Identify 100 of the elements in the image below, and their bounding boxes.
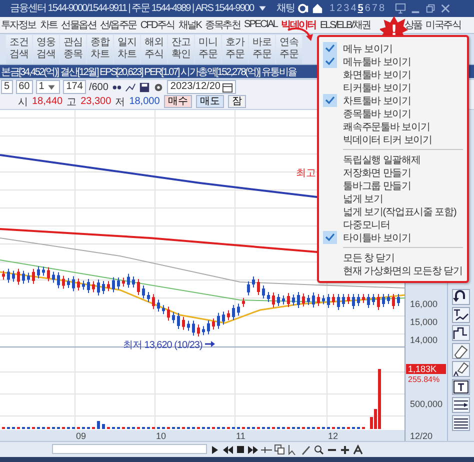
menu-item[interactable]: 미국주식 — [426, 18, 461, 32]
toolbar-button[interactable]: 일지 차트 — [114, 34, 140, 64]
menu-item[interactable]: 차트 — [40, 18, 58, 32]
text-box-icon[interactable] — [452, 378, 470, 395]
calendar-icon[interactable] — [222, 82, 234, 93]
menu-option[interactable]: 메뉴툴바 보이기 — [319, 55, 467, 68]
menu-option-label: 빅데이터 티커 보이기 — [343, 134, 432, 146]
interval-field[interactable]: 60 — [16, 80, 33, 94]
screen-tab[interactable]: 5 — [358, 2, 363, 14]
restore-icon[interactable] — [425, 2, 436, 14]
candle — [372, 293, 375, 306]
lock-button[interactable]: 잠 — [228, 95, 246, 108]
menu-item[interactable]: 종목추천 — [205, 18, 240, 32]
close-icon[interactable] — [440, 2, 452, 14]
letter-a-icon[interactable] — [352, 444, 363, 455]
lines-icon[interactable] — [452, 414, 470, 431]
copy-icon[interactable] — [274, 444, 285, 455]
toolbar-button[interactable]: 미니 주문 — [195, 34, 221, 64]
menu-option[interactable]: 모든 창 닫기 — [319, 251, 467, 264]
date-value: 2023/12/20 — [170, 81, 220, 94]
menu-option[interactable]: 툴바그룹 만들기 — [319, 179, 467, 192]
price-axis-label: 14,000 — [410, 334, 438, 345]
screen-tab[interactable]: 2 — [336, 2, 342, 14]
search-icon[interactable] — [313, 444, 324, 455]
screen-tab[interactable]: 4 — [350, 2, 356, 14]
toolbar-button[interactable]: 연속 주문 — [276, 34, 302, 64]
count-field[interactable]: 174 — [63, 80, 86, 94]
menu-option[interactable]: 타이틀바 보이기 — [319, 231, 467, 244]
toolbar-button[interactable]: 해외 주식 — [141, 34, 167, 64]
toolbar-button[interactable]: 관심 종목 — [60, 34, 86, 64]
candle — [337, 293, 340, 310]
date-field[interactable]: 2023/12/20 — [167, 80, 236, 94]
menu-item[interactable]: 투자정보 — [1, 18, 36, 32]
menu-option[interactable]: 넓게 보기 — [319, 192, 467, 205]
menu-item[interactable]: 선/옵주문 — [100, 18, 136, 32]
menu-item[interactable]: ELS/ELB/채권 — [320, 18, 370, 32]
plus-icon[interactable] — [339, 444, 350, 455]
toolbar-button[interactable]: 조건 검색 — [6, 34, 32, 64]
screen-tab[interactable]: 6 — [364, 2, 370, 14]
menu-option[interactable]: 차트툴바 보이기 — [319, 94, 467, 107]
candle — [67, 277, 70, 288]
home-icon[interactable] — [312, 2, 323, 14]
stop-icon[interactable] — [235, 444, 246, 455]
menu-option[interactable]: 메뉴 보이기 — [319, 42, 467, 55]
menu-item[interactable]: 채널K — [178, 18, 202, 32]
unit-dropdown[interactable]: 1 — [36, 80, 60, 94]
toolbar-button[interactable]: 영웅 검색 — [33, 34, 59, 64]
pencil-icon[interactable] — [300, 444, 311, 455]
toolbar-button[interactable]: 종합 차트 — [87, 34, 113, 64]
screen-tab[interactable]: 1 — [330, 2, 335, 14]
toolbar-button[interactable]: 바로 주문 — [249, 34, 275, 64]
menu-option[interactable]: 저장화면 만들기 — [319, 166, 467, 179]
date-axis-label: 12 — [328, 430, 338, 441]
eraser-icon[interactable] — [452, 360, 470, 377]
menu-item[interactable]: SPECIAL — [244, 19, 278, 30]
scrollbar-track[interactable] — [52, 444, 207, 454]
candle — [112, 276, 115, 292]
sell-button[interactable]: 매도 — [196, 95, 224, 108]
candle — [52, 270, 55, 283]
candle — [82, 280, 85, 290]
toolbar-button[interactable]: 호가 주문 — [222, 34, 248, 64]
settings-icon[interactable] — [153, 82, 164, 93]
menu-option[interactable]: 화면툴바 보이기 — [319, 68, 467, 81]
menu-item[interactable]: 빅데이터 — [281, 18, 316, 32]
screen-tab[interactable]: 7 — [372, 2, 377, 14]
menu-option[interactable]: 넓게 보기(작업표시줄 포함) — [319, 205, 467, 218]
screen-tab[interactable]: 3 — [344, 2, 349, 14]
menu-option[interactable]: 빅데이터 티커 보이기 — [319, 133, 467, 146]
rewind-icon[interactable] — [222, 444, 233, 455]
menu-option[interactable]: 현재 가상화면의 모든창 닫기 — [319, 264, 467, 277]
stock-info-text: 본금[34,452(억)] 결산[12월] EPS[20,623] PER[1.07] 시가총액[152,278(억)] 유통비율 — [1, 66, 296, 79]
screen-tab[interactable]: 8 — [378, 2, 384, 14]
candle — [382, 293, 385, 308]
menu-option[interactable]: 쾌속주문툴바 보이기 — [319, 120, 467, 133]
fast-forward-icon[interactable] — [248, 444, 259, 455]
candle — [332, 293, 335, 306]
candle — [137, 278, 140, 296]
toolbar-button[interactable]: 잔고 확인 — [168, 34, 194, 64]
menu-item[interactable]: 선물옵션 — [61, 18, 96, 32]
chat-link[interactable]: 채팅 — [276, 1, 295, 16]
period-field[interactable]: 5 — [1, 80, 13, 94]
menu-option[interactable]: 독립실행 일괄해제 — [319, 153, 467, 166]
chart-tool-icon[interactable] — [125, 82, 136, 93]
candle — [147, 291, 150, 302]
candle — [167, 306, 170, 321]
menu-option[interactable]: 다중모니터 — [319, 218, 467, 231]
buy-button[interactable]: 매수 — [164, 95, 192, 108]
play-icon[interactable] — [209, 444, 220, 455]
text-line-icon[interactable] — [452, 306, 470, 323]
monitor-icon[interactable] — [395, 2, 406, 14]
candle — [317, 293, 320, 306]
candle — [102, 280, 105, 294]
menu-option[interactable]: 티커툴바 보이기 — [319, 81, 467, 94]
candle — [17, 268, 20, 285]
save-icon[interactable] — [139, 82, 150, 93]
eraser-icon[interactable] — [452, 342, 470, 359]
bracket-icon[interactable] — [452, 324, 470, 341]
menu-option[interactable]: 종목툴바 보이기 — [319, 107, 467, 120]
high-price-label: 최고 — [296, 168, 316, 179]
menu-item[interactable]: CFD주식 — [140, 18, 174, 32]
